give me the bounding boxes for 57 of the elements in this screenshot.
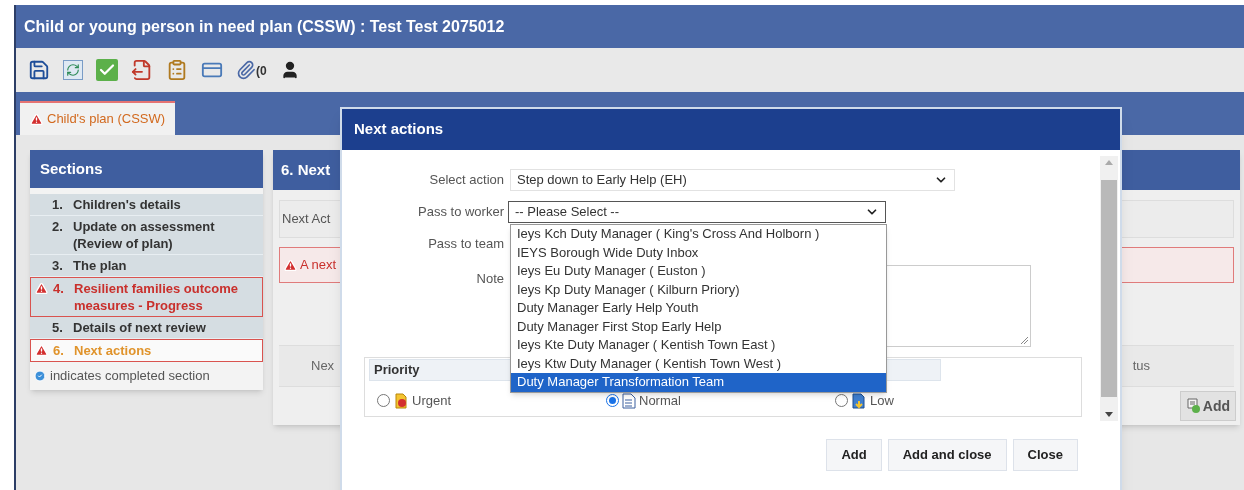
radio-label: Urgent	[412, 392, 452, 410]
field-label: Pass to team	[427, 235, 504, 253]
select-field[interactable]: Step down to Early Help (EH)	[510, 169, 955, 191]
window-title: Child or young person in need plan (CSSW) : Test Test 2075012	[16, 5, 1244, 48]
row-label: Next Act	[282, 210, 331, 229]
dialog-button[interactable]: Add and close	[887, 439, 1007, 471]
dialog-button[interactable]: Close	[1012, 439, 1078, 471]
check-circle-icon	[34, 369, 46, 382]
pdf-export-icon[interactable]	[131, 59, 153, 81]
dialog-button[interactable]: Add	[826, 439, 882, 471]
add-button[interactable]: Add	[1179, 391, 1236, 421]
dropdown-option[interactable]: Ieys Kte Duty Manager ( Kentish Town East )	[511, 336, 886, 355]
legend-text: indicates completed section	[50, 367, 210, 385]
radio-button[interactable]	[835, 394, 848, 408]
dropdown-option[interactable]: IEYS Borough Wide Duty Inbox	[511, 243, 886, 262]
radio-label: Low	[870, 392, 894, 410]
dropdown-option[interactable]: Ieys Eu Duty Manager ( Euston )	[511, 262, 886, 281]
panel-title: Sections	[30, 150, 263, 188]
radio-label: Normal	[639, 392, 681, 410]
paperclip-icon[interactable]	[236, 60, 256, 80]
warning-icon	[35, 282, 48, 295]
field-label: Note	[475, 270, 504, 288]
field-label: Pass to worker	[417, 203, 504, 221]
check-icon[interactable]	[96, 59, 118, 81]
scrollbar[interactable]	[1100, 156, 1118, 421]
add-document-icon	[1185, 398, 1202, 414]
field-label: Select action	[428, 171, 504, 189]
scroll-up-icon[interactable]	[1105, 160, 1113, 165]
document-alert-icon	[393, 392, 409, 409]
warning-icon	[35, 344, 48, 357]
clipboard-icon[interactable]	[166, 59, 188, 81]
radio-button[interactable]	[606, 394, 619, 408]
refresh-icon[interactable]	[63, 60, 83, 80]
dropdown-option[interactable]: Duty Manager Early Help Youth	[511, 299, 886, 318]
dropdown-option[interactable]: Ieys Kch Duty Manager ( King's Cross And Holborn )	[511, 225, 886, 244]
section-item[interactable]: 5. Details of next review	[30, 317, 263, 339]
section-item[interactable]: 4. Resilient families outcome measures - Progress	[30, 277, 263, 317]
resize-handle-icon	[1020, 336, 1028, 344]
select-field[interactable]: -- Please Select --	[508, 201, 886, 223]
dialog-title: Next actions	[342, 109, 1120, 150]
attachment-count: (0	[256, 63, 267, 80]
section-item[interactable]: 3. The plan	[30, 255, 263, 277]
alert-text: A next	[300, 256, 337, 275]
dropdown-option[interactable]: Duty Manager First Stop Early Help	[511, 317, 886, 336]
dropdown-option[interactable]: Duty Manager Transformation Team	[511, 373, 886, 392]
save-icon[interactable]	[28, 59, 50, 81]
section-item[interactable]: 1. Children's details	[30, 194, 263, 216]
warning-icon	[284, 258, 297, 272]
radio-button[interactable]	[377, 394, 390, 408]
scroll-down-icon[interactable]	[1105, 412, 1113, 417]
column-header: Nex	[311, 357, 335, 376]
panel-title: 6. Next	[281, 159, 331, 180]
column-header: tus	[1132, 357, 1150, 376]
dropdown-option[interactable]: Ieys Kp Duty Manager ( Kilburn Priory)	[511, 280, 886, 299]
section-item[interactable]: 2. Update on assessment (Review of plan)	[30, 216, 263, 255]
document-arrow-icon	[851, 392, 867, 409]
warning-icon	[30, 112, 43, 126]
